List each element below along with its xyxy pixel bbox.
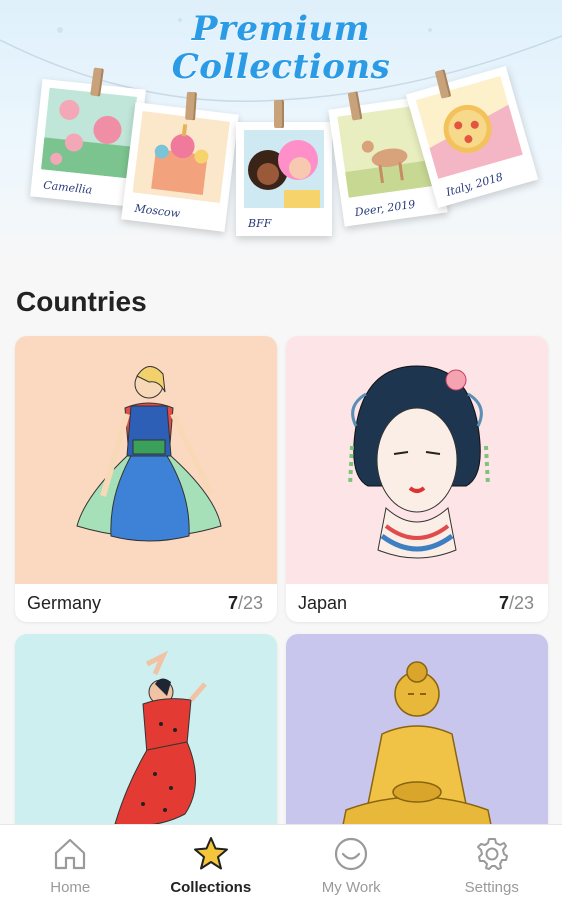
card-progress-total: /23 (237, 592, 263, 613)
clothespin-icon (274, 100, 284, 128)
photo-caption: BFF (248, 217, 272, 230)
photo-bff: BFF (236, 122, 332, 236)
photo-caption: Camellia (42, 178, 93, 197)
premium-collections-banner[interactable]: Premium Collections Camellia Moscow BFF … (0, 0, 562, 262)
card-progress-total: /23 (508, 592, 534, 613)
card-title: Germany (27, 592, 102, 613)
germany-dancer-art (76, 366, 222, 542)
banner-title-line1: Premium (191, 9, 371, 49)
bottom-tab-bar: Home Collections My Work Settings (0, 824, 562, 900)
card-progress-done: 7 (227, 592, 238, 613)
tab-my-work-label: My Work (321, 879, 381, 896)
photo-moscow: Moscow (121, 102, 239, 232)
tab-collections[interactable]: Collections (141, 825, 282, 900)
card-progress: 7/23 (499, 593, 534, 614)
tab-home-label: Home (50, 879, 91, 896)
geisha-art (348, 365, 490, 559)
tab-settings[interactable]: Settings (422, 825, 562, 900)
gear-icon (476, 838, 508, 870)
tab-home[interactable]: Home (0, 825, 141, 900)
card-image (15, 336, 277, 584)
card-progress: 7/23 (228, 593, 263, 614)
star-icon (193, 837, 228, 870)
section-title-countries: Countries (16, 286, 147, 317)
collection-card-japan[interactable]: Japan 7/23 (286, 336, 548, 622)
card-footer: Japan 7/23 (286, 584, 548, 622)
card-title: Japan (298, 592, 348, 613)
moscow-art (132, 111, 230, 204)
photo-caption: Moscow (133, 201, 181, 221)
photo-caption: Deer, 2019 (353, 197, 417, 220)
tab-my-work[interactable]: My Work (281, 825, 422, 900)
tab-settings-label: Settings (464, 879, 519, 896)
card-footer: Germany 7/23 (15, 584, 277, 622)
card-progress-done: 7 (498, 592, 509, 613)
tab-collections-label: Collections (170, 879, 252, 896)
pizza-art (415, 75, 523, 179)
smile-icon (335, 837, 368, 871)
bff-art (244, 130, 324, 208)
collection-card-germany[interactable]: Germany 7/23 (15, 336, 277, 622)
home-icon (55, 838, 86, 870)
camellia-art (41, 87, 138, 179)
card-image (286, 336, 548, 584)
clothespin-icon (185, 91, 197, 121)
